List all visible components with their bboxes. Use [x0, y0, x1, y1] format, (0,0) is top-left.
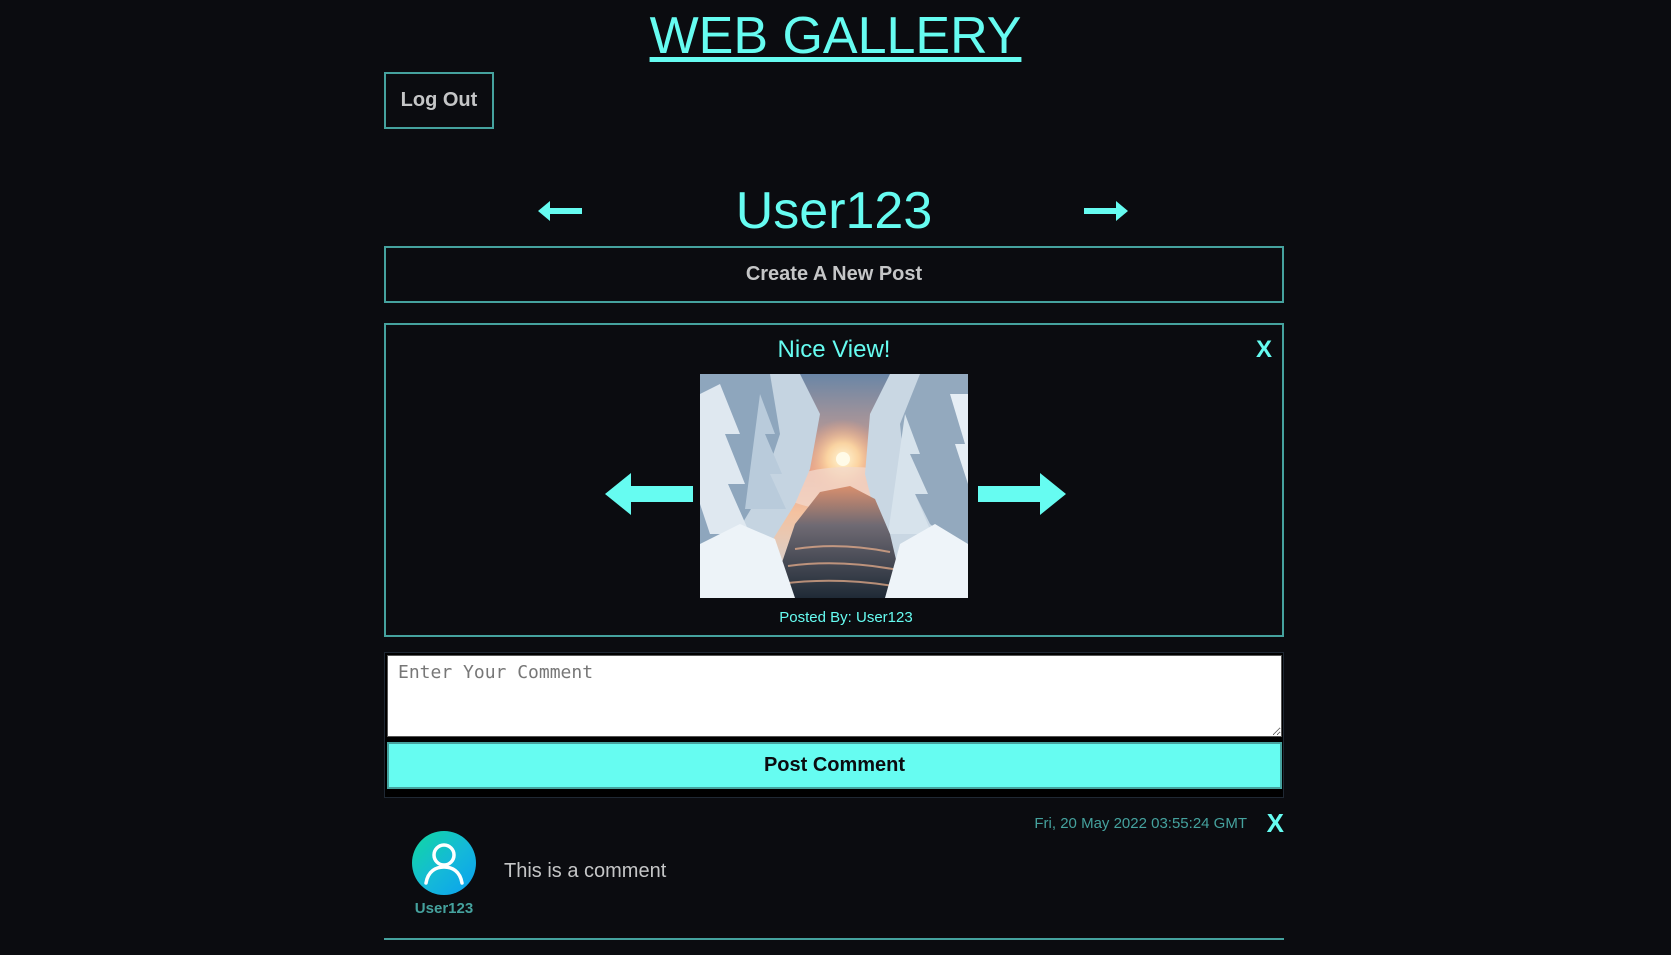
next-post-arrow-icon[interactable]: [978, 473, 1066, 520]
comment-form: Post Comment: [384, 652, 1284, 798]
comment-timestamp: Fri, 20 May 2022 03:55:24 GMT: [1034, 815, 1247, 832]
create-new-post-button[interactable]: Create A New Post: [384, 246, 1284, 303]
site-title: WEB GALLERY: [0, 6, 1671, 66]
log-out-button[interactable]: Log Out: [384, 72, 494, 129]
comment-item: Fri, 20 May 2022 03:55:24 GMT X User123 …: [384, 808, 1284, 940]
post-comment-button[interactable]: Post Comment: [387, 742, 1282, 789]
site-title-link[interactable]: WEB GALLERY: [650, 7, 1022, 65]
delete-post-button[interactable]: X: [1256, 335, 1272, 365]
previous-post-arrow-icon[interactable]: [605, 473, 693, 520]
comment-input[interactable]: [387, 655, 1282, 737]
user-navigation: User123: [384, 178, 1284, 248]
comment-text: This is a comment: [504, 860, 667, 882]
post-author: Posted By: User123: [779, 609, 913, 626]
comment-author: User123: [414, 900, 474, 917]
post-title: Nice View!: [777, 336, 891, 363]
user-avatar-icon: [412, 831, 476, 895]
gallery-username: User123: [735, 182, 933, 240]
page: WEB GALLERY Log Out User123 Create A New…: [0, 0, 1671, 955]
post-card: Nice View! X Posted By: User123: [384, 323, 1284, 637]
post-image[interactable]: [700, 374, 968, 598]
arrow-right-icon[interactable]: [1084, 200, 1128, 227]
delete-comment-button[interactable]: X: [1267, 808, 1284, 838]
